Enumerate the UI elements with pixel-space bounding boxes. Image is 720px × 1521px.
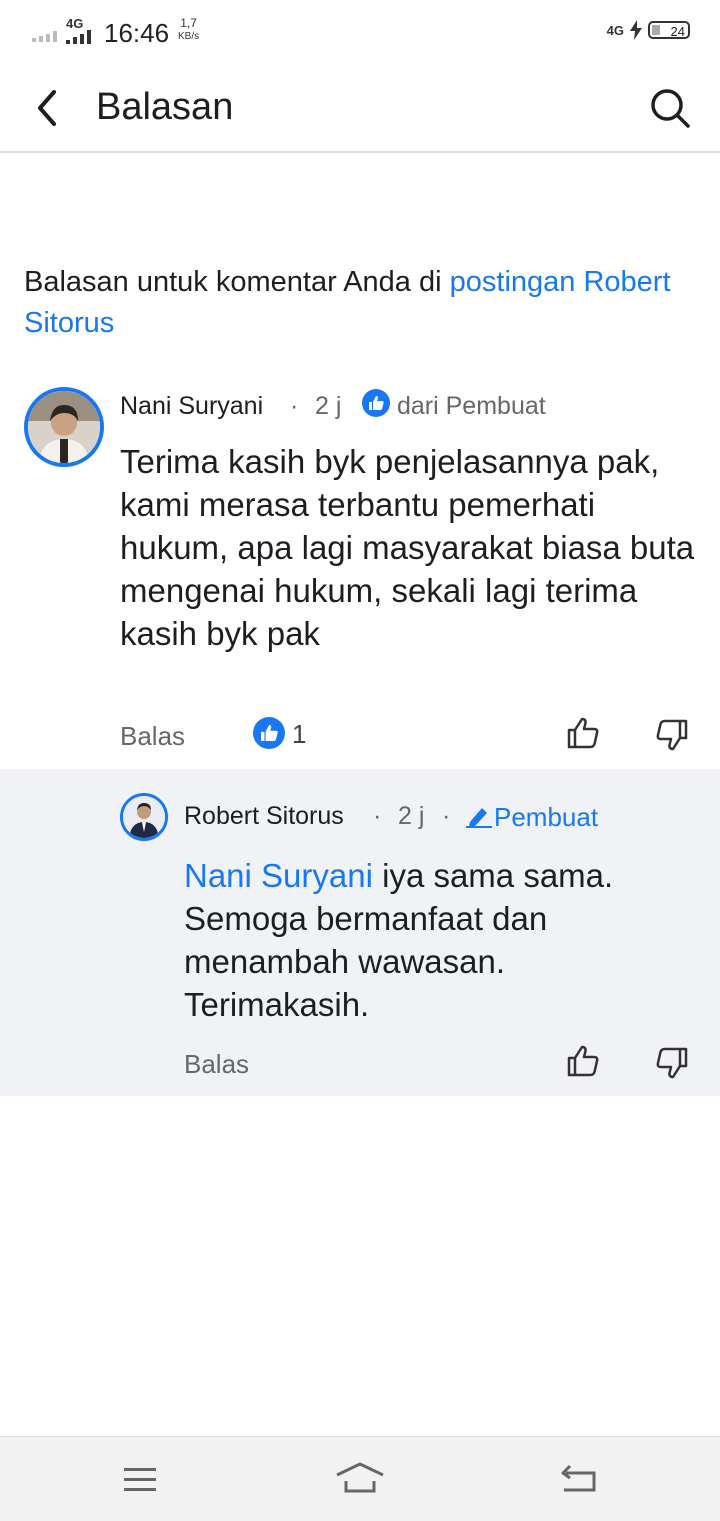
user-photo-icon — [28, 391, 100, 463]
app-bar: Balasan — [0, 64, 720, 153]
like-count-icon — [253, 717, 285, 749]
reply-button[interactable]: Balas — [184, 1049, 249, 1080]
creator-badge: Pembuat — [494, 802, 599, 832]
network-type: 4G — [66, 16, 84, 31]
back-nav-icon[interactable] — [560, 1463, 598, 1493]
home-icon[interactable] — [334, 1461, 386, 1495]
comment-time: 2 j — [315, 392, 342, 420]
reply-avatar[interactable] — [120, 793, 168, 841]
like-badge-icon — [362, 389, 390, 417]
search-icon[interactable] — [648, 86, 692, 130]
user-photo-icon — [123, 796, 165, 838]
like-count: 1 — [292, 719, 307, 749]
separator-dot: · — [290, 392, 299, 420]
author-badge: dari Pembuat — [397, 392, 546, 420]
reply-text: Nani Suryani iya sama sama. Semoga berma… — [184, 857, 614, 1023]
thumbs-down-icon[interactable] — [655, 1046, 689, 1080]
reply-author[interactable]: Robert Sitorus — [184, 802, 344, 831]
system-nav-bar — [0, 1436, 720, 1521]
thumbs-up-icon[interactable] — [566, 716, 600, 750]
charging-icon — [630, 20, 642, 40]
intro-text: Balasan untuk komentar Anda di postingan… — [24, 266, 671, 339]
signal-weak-icon — [32, 31, 57, 42]
network-speed: 1,7 KB/s — [178, 16, 200, 42]
status-right: 4G 24 — [607, 20, 690, 40]
separator-dot: · — [442, 802, 451, 830]
pencil-icon — [466, 808, 492, 828]
mention-link[interactable]: Nani Suryani — [184, 857, 373, 894]
reply-time: 2 j — [398, 802, 425, 830]
status-time: 16:46 — [104, 18, 170, 48]
page-title: Balasan — [96, 86, 234, 128]
signal-strong-icon — [66, 30, 91, 44]
menu-icon[interactable] — [122, 1465, 158, 1493]
network-type-right: 4G — [606, 22, 624, 38]
status-bar: 4G 16:46 1,7 KB/s 4G 24 — [0, 0, 720, 64]
chevron-left-icon[interactable] — [28, 86, 68, 130]
comment-author[interactable]: Nani Suryani — [120, 392, 263, 421]
comment-text: Terima kasih byk penjelasannya pak, kami… — [120, 443, 695, 652]
separator-dot: · — [373, 802, 382, 830]
thumbs-down-icon[interactable] — [655, 718, 689, 752]
thumbs-up-icon[interactable] — [566, 1044, 600, 1078]
battery-icon: 24 — [648, 21, 690, 39]
reply-button[interactable]: Balas — [120, 721, 185, 752]
avatar[interactable] — [24, 387, 104, 467]
